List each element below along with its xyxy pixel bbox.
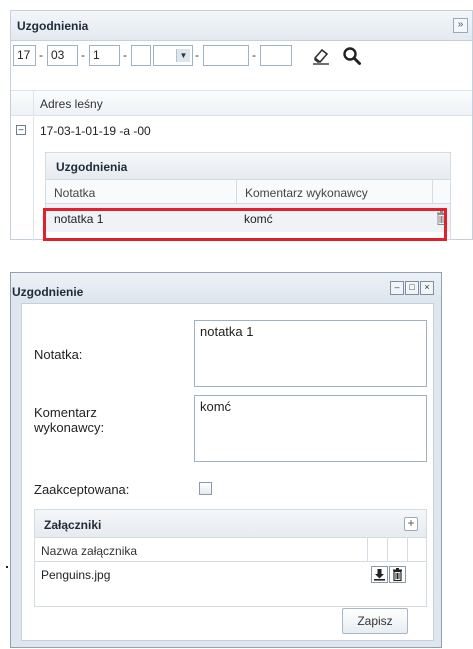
table-row: Penguins.jpg — [35, 562, 426, 586]
save-button[interactable]: Zapisz — [342, 608, 408, 634]
subgrid-columns: Notatka Komentarz wykonawcy — [46, 180, 450, 204]
separator: - — [123, 48, 127, 62]
download-icon — [374, 569, 385, 581]
maximize-icon[interactable]: □ — [405, 281, 419, 295]
panel-header: Uzgodnienia » — [11, 11, 472, 41]
column-header-komentarz[interactable]: Komentarz wykonawcy — [236, 180, 368, 203]
dialog-header: Uzgodnienie – □ × — [11, 273, 441, 301]
attachments-title: Załączniki — [44, 518, 102, 532]
subgrid-header: Uzgodnienia — [46, 153, 450, 180]
filter-field-2[interactable]: 03 — [47, 45, 78, 66]
row-highlight — [43, 208, 447, 241]
chevron-down-icon: ▼ — [176, 49, 190, 62]
add-attachment-icon[interactable]: + — [404, 517, 418, 531]
filter-field-3[interactable]: 1 — [89, 45, 120, 66]
separator: - — [39, 48, 43, 62]
grid-header: Adres leśny — [11, 90, 472, 116]
komentarz-label: wykonawcy: — [34, 420, 105, 435]
separator: - — [252, 48, 256, 62]
filter-field-5[interactable] — [203, 45, 249, 66]
column-divider — [407, 538, 408, 561]
row-value: 17-03-1-01-19 -a -00 — [40, 124, 151, 138]
attachment-name: Penguins.jpg — [41, 568, 111, 582]
trash-icon — [393, 568, 402, 582]
minimize-icon[interactable]: – — [390, 281, 404, 295]
column-divider — [387, 538, 388, 561]
attachments-grid: Załączniki + Nazwa załącznika Penguins.j… — [34, 509, 427, 607]
row-gutter: – — [11, 117, 34, 143]
collapse-row-icon[interactable]: – — [16, 125, 26, 135]
table-row[interactable]: – 17-03-1-01-19 -a -00 — [11, 117, 472, 143]
komentarz-label: Komentarz — [34, 405, 97, 420]
attachments-header: Załączniki + — [35, 510, 426, 538]
uzgodnienie-dialog: Uzgodnienie – □ × Notatka: notatka 1 Kom… — [10, 272, 442, 648]
dialog-title: Uzgodnienie — [12, 285, 84, 299]
uzgodnienia-panel: Uzgodnienia » 17 - 03 - 1 - ▼ - - Adres … — [10, 10, 473, 241]
eraser-icon[interactable] — [311, 47, 331, 65]
column-header-nazwa[interactable]: Nazwa załącznika — [41, 544, 137, 558]
filter-select[interactable]: ▼ — [153, 45, 193, 66]
attachments-columns: Nazwa załącznika — [35, 538, 426, 562]
filter-field-4[interactable] — [131, 45, 151, 66]
grid-gutter — [11, 91, 34, 115]
download-button[interactable] — [371, 566, 388, 583]
close-icon[interactable]: × — [420, 281, 434, 295]
subgrid-title: Uzgodnienia — [56, 160, 128, 174]
separator: - — [81, 48, 85, 62]
column-divider — [367, 538, 368, 561]
dialog-body: Notatka: notatka 1 Komentarz wykonawcy: … — [21, 303, 434, 641]
zaakceptowana-label: Zaakceptowana: — [34, 482, 130, 497]
komentarz-textarea[interactable]: komć — [194, 395, 427, 462]
artifact-dot — [6, 566, 8, 568]
row-gutter — [11, 143, 34, 241]
notatka-label: Notatka: — [34, 347, 83, 362]
column-header-adres[interactable]: Adres leśny — [40, 97, 103, 111]
double-chevron-right-icon[interactable]: » — [453, 18, 468, 33]
filter-field-6[interactable] — [260, 45, 292, 66]
column-header-actions — [432, 180, 452, 203]
column-header-notatka[interactable]: Notatka — [54, 186, 95, 200]
zaakceptowana-checkbox[interactable] — [199, 482, 212, 495]
notatka-textarea[interactable]: notatka 1 — [194, 320, 427, 387]
delete-attachment-button[interactable] — [389, 566, 406, 583]
filter-toolbar: 17 - 03 - 1 - ▼ - - — [11, 42, 472, 74]
search-icon[interactable] — [342, 46, 362, 66]
separator: - — [195, 48, 199, 62]
filter-field-1[interactable]: 17 — [13, 45, 36, 66]
panel-title: Uzgodnienia — [17, 19, 89, 33]
